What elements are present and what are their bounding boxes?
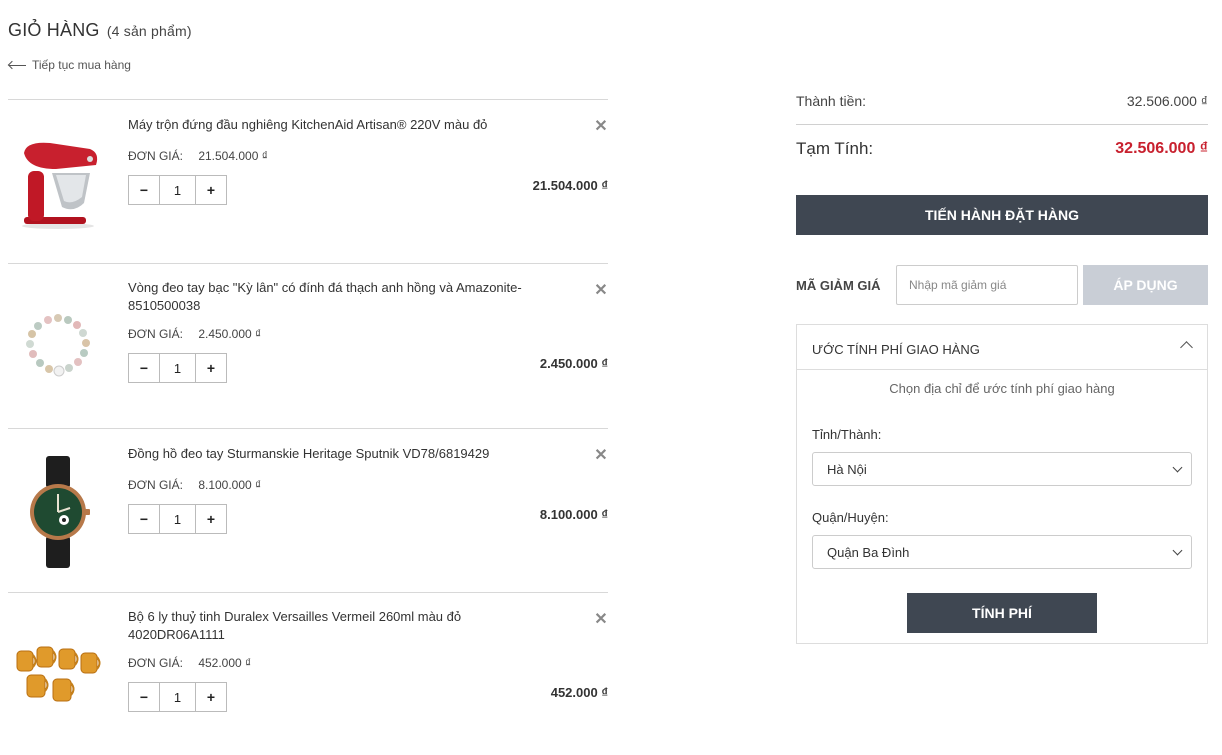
quantity-stepper: − 1 + [128, 682, 227, 712]
unit-price-value: 8.100.000 ₫ [198, 478, 262, 492]
arrow-left-icon [8, 60, 26, 70]
increase-quantity-button[interactable]: + [195, 505, 226, 533]
unit-price-label: ĐƠN GIÁ: [128, 656, 183, 670]
quantity-stepper: − 1 + [128, 175, 227, 205]
summary-divider [796, 124, 1208, 125]
remove-item-icon[interactable]: ✕ [594, 445, 608, 465]
total-value: 32.506.000 ₫ [1115, 140, 1208, 157]
decrease-quantity-button[interactable]: − [129, 354, 160, 382]
cart-item: Máy trộn đứng đầu nghiêng KitchenAid Art… [8, 99, 608, 263]
shipping-panel-title: ƯỚC TÍNH PHÍ GIAO HÀNG [812, 342, 980, 357]
remove-item-icon[interactable]: ✕ [594, 280, 608, 300]
page-title: GIỎ HÀNG (4 sản phẩm) [8, 20, 192, 41]
subtotal-row: Thành tiền: 32.506.000 ₫ [796, 93, 1208, 109]
quantity-stepper: − 1 + [128, 504, 227, 534]
quantity-input[interactable]: 1 [160, 505, 195, 533]
subtotal-value: 32.506.000 ₫ [1126, 93, 1208, 109]
line-total: 2.450.000 ₫ [539, 356, 608, 371]
unit-price-value: 452.000 ₫ [198, 656, 252, 670]
unit-price-row: ĐƠN GIÁ: 2.450.000 ₫ [128, 327, 261, 341]
unit-price-label: ĐƠN GIÁ: [128, 327, 183, 341]
district-selected-value: Quận Ba Đình [827, 544, 910, 560]
total-label: Tạm Tính: [796, 139, 874, 158]
quantity-input[interactable]: 1 [160, 354, 195, 382]
continue-shopping-label: Tiếp tục mua hàng [32, 58, 131, 72]
cart-count: (4 sản phẩm) [106, 23, 192, 39]
coupon-input[interactable] [896, 265, 1078, 305]
watch-image[interactable] [8, 456, 108, 568]
line-total: 21.504.000 ₫ [532, 178, 608, 193]
remove-item-icon[interactable]: ✕ [594, 609, 608, 629]
province-selected-value: Hà Nội [827, 461, 867, 477]
unit-price-value: 2.450.000 ₫ [198, 327, 262, 341]
chevron-up-icon[interactable] [1180, 341, 1193, 354]
shipping-hint: Chọn địa chỉ để ước tính phí giao hàng [889, 381, 1115, 396]
chevron-down-icon [1172, 462, 1183, 473]
cart-item: Vòng đeo tay bạc "Kỳ lân" có đính đá thạ… [8, 263, 608, 428]
unit-price-label: ĐƠN GIÁ: [128, 478, 183, 492]
quantity-input[interactable]: 1 [160, 176, 195, 204]
apply-coupon-button[interactable]: ÁP DỤNG [1083, 265, 1208, 305]
quantity-stepper: − 1 + [128, 353, 227, 383]
item-name[interactable]: Bộ 6 ly thuỷ tinh Duralex Versailles Ver… [128, 608, 528, 644]
total-row: Tạm Tính: 32.506.000 ₫ [796, 139, 1208, 159]
item-name[interactable]: Đồng hồ đeo tay Sturmanskie Heritage Spu… [128, 445, 528, 463]
unit-price-label: ĐƠN GIÁ: [128, 149, 183, 163]
decrease-quantity-button[interactable]: − [129, 505, 160, 533]
item-name[interactable]: Vòng đeo tay bạc "Kỳ lân" có đính đá thạ… [128, 279, 528, 315]
increase-quantity-button[interactable]: + [195, 683, 226, 711]
district-select[interactable]: Quận Ba Đình [812, 535, 1192, 569]
line-total: 452.000 ₫ [550, 685, 608, 700]
decrease-quantity-button[interactable]: − [129, 683, 160, 711]
cart-item: Bộ 6 ly thuỷ tinh Duralex Versailles Ver… [8, 592, 608, 752]
shipping-panel-header[interactable]: ƯỚC TÍNH PHÍ GIAO HÀNG [797, 325, 1207, 370]
unit-price-row: ĐƠN GIÁ: 21.504.000 ₫ [128, 149, 268, 163]
continue-shopping-link[interactable]: Tiếp tục mua hàng [8, 58, 131, 72]
item-name[interactable]: Máy trộn đứng đầu nghiêng KitchenAid Art… [128, 116, 528, 134]
decrease-quantity-button[interactable]: − [129, 176, 160, 204]
chevron-down-icon [1172, 545, 1183, 556]
shipping-estimate-panel: ƯỚC TÍNH PHÍ GIAO HÀNG Chọn địa chỉ để ư… [796, 324, 1208, 644]
increase-quantity-button[interactable]: + [195, 354, 226, 382]
cart-title: GIỎ HÀNG [8, 20, 100, 40]
bracelet-image[interactable] [8, 296, 108, 396]
unit-price-row: ĐƠN GIÁ: 8.100.000 ₫ [128, 478, 261, 492]
remove-item-icon[interactable]: ✕ [594, 116, 608, 136]
increase-quantity-button[interactable]: + [195, 176, 226, 204]
calculate-shipping-button[interactable]: TÍNH PHÍ [907, 593, 1097, 633]
stand-mixer-image[interactable] [8, 131, 108, 231]
unit-price-row: ĐƠN GIÁ: 452.000 ₫ [128, 656, 251, 670]
province-select[interactable]: Hà Nội [812, 452, 1192, 486]
district-label: Quận/Huyện: [812, 510, 889, 525]
glasses-image[interactable] [8, 626, 108, 726]
unit-price-value: 21.504.000 ₫ [198, 149, 268, 163]
province-label: Tỉnh/Thành: [812, 427, 882, 442]
quantity-input[interactable]: 1 [160, 683, 195, 711]
cart-item: Đồng hồ đeo tay Sturmanskie Heritage Spu… [8, 428, 608, 592]
coupon-label: MÃ GIẢM GIÁ [796, 278, 881, 293]
line-total: 8.100.000 ₫ [539, 507, 608, 522]
checkout-button[interactable]: TIẾN HÀNH ĐẶT HÀNG [796, 195, 1208, 235]
subtotal-label: Thành tiền: [796, 93, 867, 109]
